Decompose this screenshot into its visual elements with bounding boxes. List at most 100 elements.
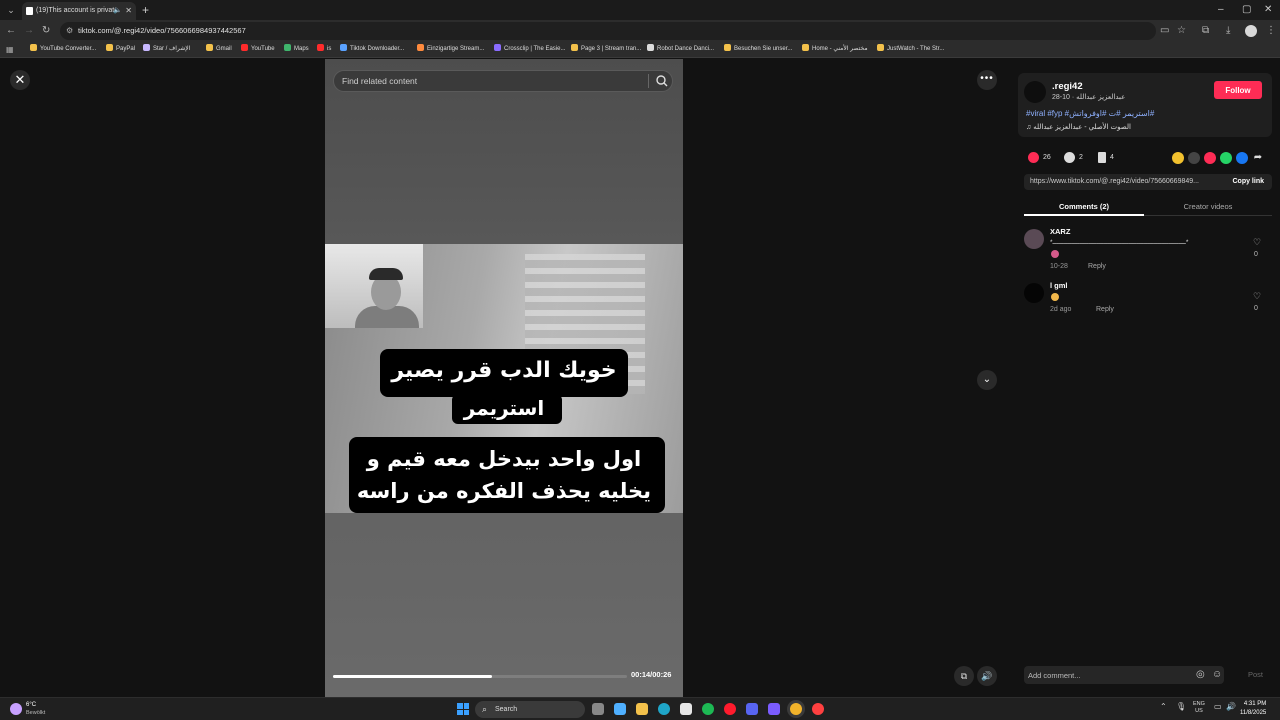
share-link[interactable]: https://www.tiktok.com/@.regi42/video/75… <box>1030 174 1215 190</box>
window-close-icon[interactable]: ✕ <box>1264 2 1272 18</box>
bookmark-item[interactable]: YouTube Converter... <box>30 42 96 57</box>
bookmark-item[interactable]: is <box>317 42 331 57</box>
store-icon[interactable] <box>680 703 692 715</box>
copilot-icon[interactable] <box>614 703 626 715</box>
discord-icon[interactable] <box>746 703 758 715</box>
comment-like-icon[interactable]: ♡ <box>1252 291 1262 302</box>
facebook-icon[interactable] <box>1236 152 1248 164</box>
extensions-icon[interactable]: ⧉ <box>1202 23 1209 39</box>
author-username[interactable]: .regi42 <box>1052 81 1083 92</box>
more-options-icon[interactable]: ••• <box>977 70 997 90</box>
app-icon[interactable] <box>812 703 824 715</box>
bookmark-item[interactable]: Besuchen Sie unser... <box>724 42 792 57</box>
bookmark-item[interactable]: Star / الإشراف <box>143 42 190 57</box>
related-search-bar[interactable] <box>333 70 673 92</box>
reload-icon[interactable]: ↻ <box>42 23 50 39</box>
tray-chevron-icon[interactable]: ⌃ <box>1160 702 1167 711</box>
comment-avatar[interactable] <box>1024 229 1044 249</box>
weather-widget[interactable]: 6°C Bewölkt <box>10 701 70 718</box>
reply-button[interactable]: Reply <box>1096 306 1114 313</box>
system-clock[interactable]: 4:31 PM 11/8/2025 <box>1240 700 1266 718</box>
comment-like-count: 0 <box>1254 251 1258 258</box>
bookmark-item[interactable]: JustWatch - The Str... <box>877 42 944 57</box>
bookmark-item[interactable]: Robot Dance Danci... <box>647 42 714 57</box>
taskbar-search[interactable]: ⌕ Search <box>475 701 585 718</box>
apps-grid-icon[interactable]: ▦ <box>6 42 14 57</box>
next-video-chevron-icon[interactable]: ⌄ <box>977 370 997 390</box>
send-to-friends-icon[interactable] <box>1204 152 1216 164</box>
profile-avatar[interactable] <box>1245 25 1257 37</box>
site-info-icon[interactable]: ⚙ <box>66 22 73 40</box>
bookmark-star-icon[interactable]: ☆ <box>1177 23 1186 39</box>
spotify-icon[interactable] <box>702 703 714 715</box>
close-icon[interactable]: ✕ <box>10 70 30 90</box>
post-button[interactable]: Post <box>1248 670 1263 679</box>
comment-avatar[interactable] <box>1024 283 1044 303</box>
bookmark-item[interactable]: Gmail <box>206 42 232 57</box>
language-indicator[interactable]: ENG US <box>1193 701 1205 715</box>
tab-search-icon[interactable]: ⌄ <box>4 3 18 17</box>
app-icon[interactable] <box>768 703 780 715</box>
add-comment-input[interactable] <box>1028 666 1188 684</box>
bookmark-item[interactable]: Crossclip | The Easie... <box>494 42 565 57</box>
comment-username[interactable]: XARZ <box>1050 227 1070 236</box>
chrome-icon[interactable] <box>790 703 802 715</box>
author-avatar[interactable] <box>1024 81 1046 103</box>
comment-like-icon[interactable]: ♡ <box>1252 237 1262 248</box>
browser-tab[interactable]: (19)This account is private. 🔈 ✕ <box>22 2 136 20</box>
weather-desc: Bewölkt <box>26 710 46 716</box>
music-info[interactable]: ♫ الصوت الأصلي - عبدالعزيز عبدالله <box>1026 123 1131 131</box>
address-bar[interactable]: ⚙ tiktok.com/@.regi42/video/756606698493… <box>60 22 1156 40</box>
video-progress-bar[interactable] <box>333 675 627 678</box>
video-player[interactable]: خويك الدب قرر يصير استريمر اول واحد بيدخ… <box>325 59 683 697</box>
like-button[interactable]: 26 <box>1028 151 1051 165</box>
reply-button[interactable]: Reply <box>1088 263 1106 270</box>
tab-comments[interactable]: Comments (2) <box>1024 201 1144 216</box>
bookmark-item[interactable]: Home - مختصر الأمني <box>802 42 868 57</box>
embed-icon[interactable] <box>1188 152 1200 164</box>
comment-username[interactable]: l gml <box>1050 281 1068 290</box>
emoji-picker-icon[interactable]: ☺ <box>1212 668 1222 682</box>
tab-close-icon[interactable]: ✕ <box>125 2 132 20</box>
bookmark-item[interactable]: Tiktok Downloader... <box>340 42 404 57</box>
volume-icon[interactable]: 🔊 <box>977 666 997 686</box>
back-icon[interactable]: ← <box>6 23 16 39</box>
mini-player-icon[interactable]: ⧉ <box>954 666 974 686</box>
new-tab-button[interactable]: + <box>142 2 149 18</box>
folder-icon <box>571 44 578 51</box>
file-explorer-icon[interactable] <box>636 703 648 715</box>
microphone-icon[interactable]: 🎙 <box>1176 702 1186 711</box>
bookmark-item[interactable]: PayPal <box>106 42 135 57</box>
share-arrow-icon[interactable]: ➦ <box>1252 152 1264 164</box>
copy-link-button[interactable]: Copy link <box>1232 174 1264 190</box>
browser-menu-icon[interactable]: ⋮ <box>1266 23 1276 39</box>
search-icon: ⌕ <box>482 704 488 714</box>
start-windows-icon[interactable] <box>457 703 469 715</box>
repost-icon[interactable] <box>1172 152 1184 164</box>
bookmark-item[interactable]: Einzigartige Stream... <box>417 42 484 57</box>
tab-audio-icon[interactable]: 🔈 <box>113 2 122 20</box>
bookmark-item[interactable]: YouTube <box>241 42 275 57</box>
search-icon[interactable] <box>654 73 670 89</box>
opera-icon[interactable] <box>724 703 736 715</box>
whatsapp-icon[interactable] <box>1220 152 1232 164</box>
bookmark-item[interactable]: Page 3 | Stream tran... <box>571 42 641 57</box>
add-comment-box: ◎ ☺ <box>1024 666 1224 684</box>
bookmark-item[interactable]: Maps <box>284 42 309 57</box>
tab-creator-videos[interactable]: Creator videos <box>1148 201 1268 213</box>
cast-icon[interactable]: ▭ <box>1160 23 1169 39</box>
related-search-input[interactable] <box>342 71 642 91</box>
follow-button[interactable]: Follow <box>1214 81 1262 99</box>
forward-icon[interactable]: → <box>24 23 34 39</box>
mention-icon[interactable]: ◎ <box>1196 668 1205 682</box>
downloads-icon[interactable]: ⤓ <box>1226 23 1230 39</box>
network-icon[interactable]: ▭ <box>1214 702 1222 711</box>
edge-icon[interactable] <box>658 703 670 715</box>
task-view-icon[interactable] <box>592 703 604 715</box>
speaker-icon[interactable]: 🔊 <box>1226 702 1236 711</box>
save-button[interactable]: 4 <box>1098 151 1114 165</box>
comment-button[interactable]: 2 <box>1064 151 1083 165</box>
hashtags[interactable]: #viral #fyp #استريمر #ت #اوفرواتش# <box>1026 109 1154 118</box>
minimize-icon[interactable]: – <box>1218 2 1224 18</box>
maximize-icon[interactable]: ▢ <box>1242 2 1251 18</box>
